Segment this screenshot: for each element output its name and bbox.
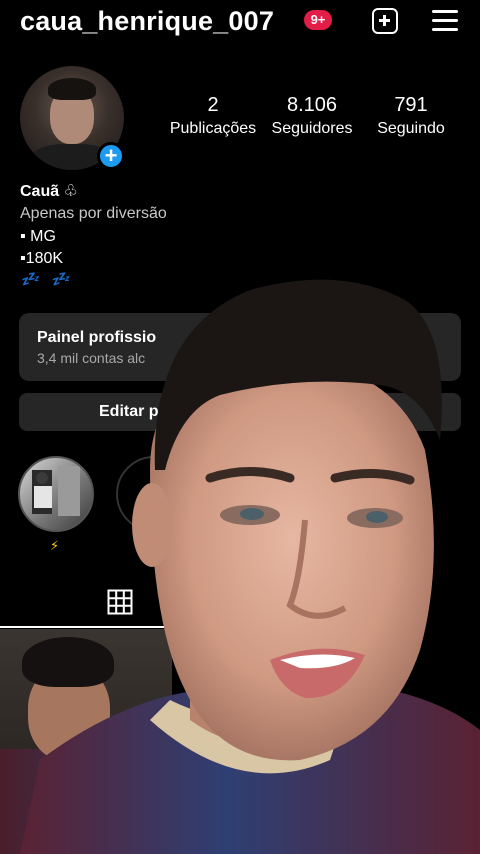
edit-profile-label: Editar per [99, 403, 174, 420]
professional-dashboard-subtitle: 3,4 mil contas alc [37, 350, 146, 366]
story-highlight[interactable] [116, 456, 192, 532]
professional-dashboard-title: Painel profissio [37, 329, 157, 346]
stat-followers-label: Seguidores [271, 120, 353, 137]
bio-line: Apenas por diversão [20, 205, 167, 222]
stat-followers-value: 8.106 [286, 94, 338, 116]
hamburger-menu-icon[interactable] [432, 10, 458, 32]
stat-posts-label: Publicações [169, 120, 257, 137]
plus-square-icon[interactable] [372, 8, 398, 34]
post-thumbnail[interactable] [0, 629, 172, 854]
profile-username[interactable]: caua_henrique_007 [20, 6, 274, 37]
sleep-icon: 💤 💤 [20, 271, 74, 288]
stat-following-value: 791 [394, 94, 428, 116]
stat-following[interactable]: 791 Seguindo [370, 94, 452, 138]
notification-badge[interactable]: 9+ [304, 10, 332, 30]
grid-icon[interactable] [107, 589, 133, 615]
professional-dashboard[interactable] [19, 313, 461, 381]
add-story-icon[interactable]: + [97, 142, 125, 170]
profile-display-name: Cauã ♧ [20, 183, 78, 200]
bio-line: ▪ MG [20, 228, 56, 245]
tab-indicator [0, 626, 172, 628]
story-highlight[interactable] [18, 456, 94, 532]
stat-posts[interactable]: 2 Publicações [168, 94, 258, 138]
stat-following-label: Seguindo [377, 120, 445, 137]
highlight-label: ⚡ [50, 538, 60, 553]
stat-followers[interactable]: 8.106 Seguidores [266, 94, 358, 138]
bio-line: ▪180K [20, 250, 64, 267]
edit-profile-button[interactable]: Editar per [19, 393, 461, 431]
stat-posts-value: 2 [207, 94, 219, 116]
